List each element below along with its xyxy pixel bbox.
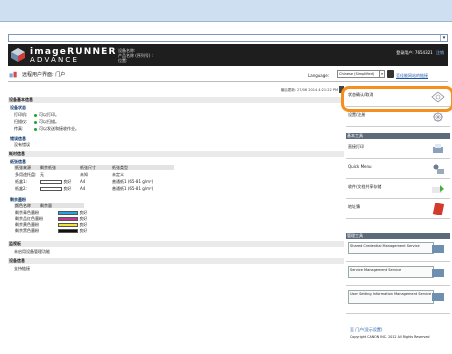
basic-tools-header: 基本工具 [346,133,450,139]
device-info-text[interactable]: 支持链接 [14,266,30,272]
canon-site-link[interactable]: 至佳能网站的链接 [396,73,428,79]
credential-mgmt-link[interactable]: Shared Credential Management Service [348,242,434,254]
address-bar[interactable]: ▾ [8,34,448,42]
sidebar-item-user-setting-mgmt[interactable]: User Setting Information Management Serv… [346,288,450,314]
paper-row-2-size: A4 [80,186,86,191]
toner-black-value: 良好 [58,228,87,234]
service-icon [432,269,444,277]
last-update: 最后更新: 27/06 2014 4:21:22 PM [280,88,338,92]
status-ok-icon [34,113,37,117]
sidebar: 状态确认/取消 设置/注册 基本工具 直接打印 Quick Menu 收件/文档… [346,84,450,350]
status-value-printer: 可以打印。 [34,112,59,118]
status-value-fax: 可以发送和接收作业。 [34,126,79,132]
portal-display-link[interactable]: 至 门户(显示设置) [350,327,382,333]
language-go-button[interactable] [387,70,394,78]
sidebar-item-credential-mgmt[interactable]: Shared Credential Management Service [346,240,450,262]
section-monitor: 监视板 [8,241,344,247]
paper-row-1-bar: 良好 [40,179,71,185]
paper-row-2-type: 普通纸1 (65-81 g/m²) [112,186,154,191]
sidebar-item-label: Quick Menu [348,164,372,169]
brand-subname: ADVANCE [30,56,80,64]
user-setting-mgmt-link[interactable]: User Setting Information Management Serv… [348,290,434,304]
mail-box-icon [432,185,444,193]
sidebar-item-label: 收件/文档共享存储 [348,184,382,189]
toner-cyan-swatch [58,211,78,215]
sidebar-item-quick-menu[interactable]: Quick Menu [346,160,450,179]
sidebar-item-address-book[interactable]: 地址簿 [346,200,450,219]
section-consumables: 耗材信息 [8,151,344,157]
toner-yellow-swatch [58,223,78,227]
paper-row-1-size: A4 [80,179,86,184]
paper-col-source: 纸张来源 [15,165,31,170]
status-label-fax: 传真: [14,126,24,131]
sidebar-item-mailbox[interactable]: 收件/文档共享存储 [346,180,450,199]
location-label: 位置: [118,58,128,63]
service-mgmt-link[interactable]: Service Management Service [348,266,434,278]
imagerunner-logo-icon [11,48,25,62]
monitor-text: 未启用设备管理功能 [14,249,50,254]
paper-row-mp-type: 未定义 [112,172,124,177]
sidebar-item-label: 直接打印 [348,144,364,149]
language-select[interactable]: Chinese (Simplified) ▾ [337,70,385,78]
copyright: Copyright CANON INC. 2012 All Rights Res… [350,335,430,339]
service-icon [432,245,444,253]
status-label-printer: 打印机: [14,112,28,117]
page-title: 远程用户界面: 门户 [22,72,66,78]
toner-magenta-swatch [58,217,78,221]
logout-link[interactable]: 注销 [436,50,444,55]
paper-col-size: 纸张尺寸 [80,165,96,170]
status-ok-icon [34,120,37,124]
service-icon [432,293,444,301]
address-book-icon [432,203,445,215]
language-label: Language: [308,73,330,78]
paper-row-mp-remaining: 无 [40,172,44,177]
paper-row-1-source: 纸盒1: [15,179,27,184]
error-text: 没有错误 [14,142,30,147]
status-label-scanner: 扫描仪: [14,119,28,124]
chevron-down-icon: ▾ [379,71,384,77]
chevron-down-icon[interactable]: ▾ [440,35,447,41]
paper-row-2-source: 纸盒2: [15,186,27,191]
status-ok-icon [34,127,37,131]
paper-row-mp-size: 未知 [80,172,88,177]
direct-print-icon [433,144,443,153]
management-tools-header: 管理工具 [346,233,450,239]
highlight-frame [341,86,452,112]
sidebar-item-direct-print[interactable]: 直接打印 [346,140,450,159]
portal-bar: 远程用户界面: 门户 Language: Chinese (Simplified… [8,68,448,82]
language-value: Chinese (Simplified) [339,72,375,76]
login-info: 登录用户: 7654321 注销 [396,50,444,56]
sidebar-item-service-mgmt[interactable]: Service Management Service [346,264,450,286]
login-user: 登录用户: 7654321 [396,50,433,55]
device-info: 设备名称: 产品名称 (序列号) : 位置: [118,48,153,63]
toner-black-swatch [58,229,78,233]
section-device-basic: 设备基本信息 [8,97,344,103]
quick-menu-icon [433,164,444,174]
sidebar-item-label: 设置/注册 [348,112,366,117]
portal-home-icon [9,71,17,78]
paper-row-mp-source: 多用途托盘: [15,172,37,177]
status-value-scanner: 可以扫描。 [34,119,59,125]
toner-col-name: 颜色名称 [15,203,31,208]
paper-row-2-bar: 良好 [40,186,71,192]
device-status-title: 设备状态 [10,105,26,110]
browser-toolbar [0,0,452,22]
toner-black-name: 剩余黑色墨粉 [15,228,39,233]
paper-col-type: 纸张类型 [112,165,128,170]
app-header: imageRUNNER ADVANCE 设备名称: 产品名称 (序列号) : 位… [8,44,448,66]
paper-row-1-type: 普通纸1 (65-81 g/m²) [112,179,154,184]
section-device-info: 设备信息 [8,258,344,264]
sidebar-item-label: 地址簿 [348,204,360,209]
settings-icon [433,112,443,122]
toner-col-remaining: 剩余量 [40,203,52,208]
main-panel: 最后更新: 27/06 2014 4:21:22 PM 设备基本信息 设备状态 … [8,84,344,349]
paper-col-remaining: 剩余纸张 [40,165,56,170]
